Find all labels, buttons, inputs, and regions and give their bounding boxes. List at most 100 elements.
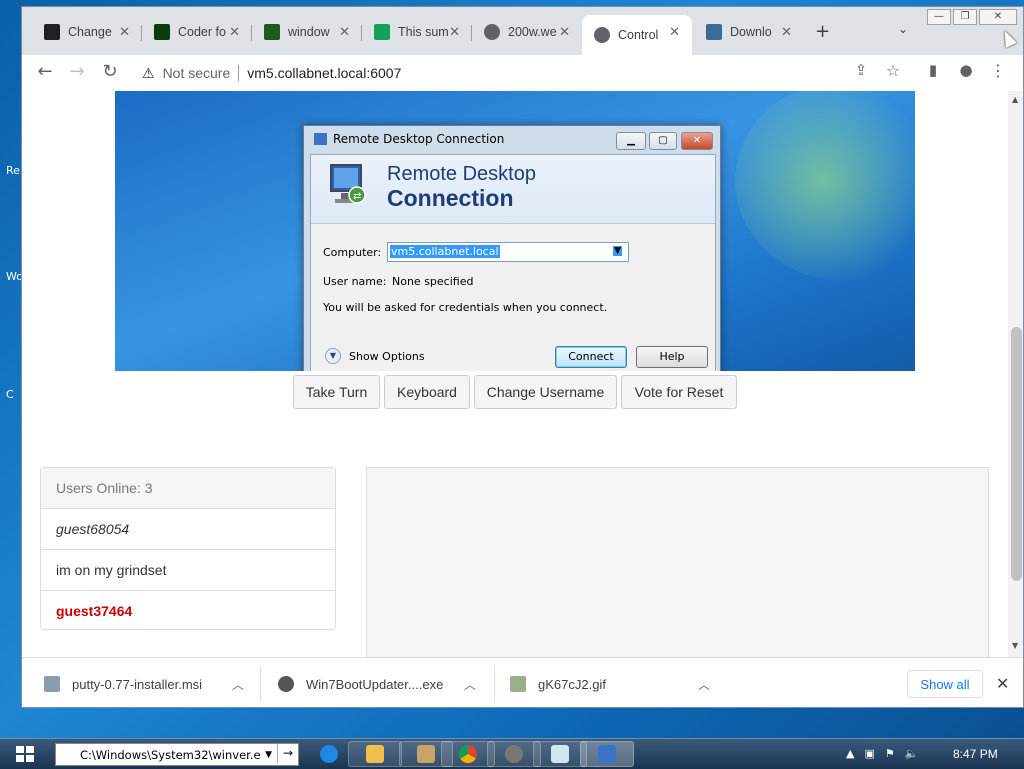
download-filename[interactable]: gK67cJ2.gif xyxy=(538,677,606,692)
chat-panel[interactable] xyxy=(366,467,989,657)
tab-close-icon[interactable]: ✕ xyxy=(669,24,680,40)
computer-label: Computer: xyxy=(323,246,382,259)
clock[interactable]: 8:47 PM xyxy=(953,747,998,761)
restore-button[interactable]: ❐ xyxy=(953,9,977,25)
tab-label: Coder fo xyxy=(178,25,226,39)
users-online-panel: Users Online: 3 guest68054 im on my grin… xyxy=(40,467,336,630)
back-arrow-icon[interactable]: ← xyxy=(32,61,58,82)
network-icon[interactable]: ▣ xyxy=(864,747,874,760)
volume-icon[interactable]: 🔈 xyxy=(905,747,919,760)
reload-icon[interactable]: ↻ xyxy=(97,61,123,82)
tab-label: 200w.we xyxy=(508,25,557,39)
profile-icon[interactable]: ● xyxy=(953,61,979,79)
scrollbar-thumb[interactable] xyxy=(1011,327,1022,581)
show-options-toggle[interactable]: ▼ Show Options xyxy=(325,348,425,364)
user-list-item: guest37464 xyxy=(56,603,133,619)
download-item[interactable]: putty-0.77-installer.msi ︿ xyxy=(44,658,254,707)
rdp-close-button[interactable]: ✕ xyxy=(681,132,713,150)
forward-arrow-icon[interactable]: → xyxy=(64,61,90,82)
connect-button[interactable]: Connect xyxy=(555,346,627,368)
taskbar-explorer[interactable] xyxy=(348,741,402,767)
scroll-up-arrow-icon[interactable]: ▲ xyxy=(1012,95,1018,104)
expand-chevron-icon[interactable]: ▼ xyxy=(325,348,341,364)
computer-value[interactable]: vm5.collabnet.local xyxy=(390,245,500,258)
address-bar[interactable]: ⚠ Not secure vm5.collabnet.local:6007 xyxy=(130,59,907,87)
close-window-button[interactable]: ✕ xyxy=(979,9,1017,25)
dropdown-arrow-icon[interactable]: ▼ xyxy=(265,750,272,760)
help-button[interactable]: Help xyxy=(636,346,708,368)
tab-change[interactable]: Change ✕ xyxy=(32,15,142,49)
menu-kebab-icon[interactable]: ⋮ xyxy=(985,61,1011,80)
combo-dropdown-icon[interactable]: ▼ xyxy=(613,246,622,256)
tab-close-icon[interactable]: ✕ xyxy=(339,24,350,40)
tab-label: Control xyxy=(618,28,659,42)
rdp-banner-line1: Remote Desktop xyxy=(387,163,536,185)
show-options-label[interactable]: Show Options xyxy=(349,350,425,363)
tab-close-icon[interactable]: ✕ xyxy=(229,24,240,40)
desktop-icon-label[interactable]: Re xyxy=(6,164,20,177)
tab-200w[interactable]: 200w.we ✕ xyxy=(472,15,582,49)
run-text[interactable]: C:\Windows\System32\winver.ex xyxy=(56,748,260,762)
take-turn-button[interactable]: Take Turn xyxy=(293,375,380,409)
tab-label: Change xyxy=(68,25,112,39)
tab-label: This sum xyxy=(398,25,449,39)
chevron-up-icon[interactable]: ︿ xyxy=(232,676,244,693)
tab-window[interactable]: window ✕ xyxy=(252,15,362,49)
tab-download[interactable]: Downlo ✕ xyxy=(694,15,804,49)
divider xyxy=(494,666,495,702)
tray-expand-icon[interactable]: ▲ xyxy=(846,747,854,760)
divider xyxy=(260,666,261,702)
tab-close-icon[interactable]: ✕ xyxy=(449,24,460,40)
windows-start-icon[interactable] xyxy=(16,746,34,762)
new-tab-button[interactable]: + xyxy=(815,21,830,42)
folder-icon xyxy=(366,745,384,763)
tab-coder[interactable]: Coder fo ✕ xyxy=(142,15,252,49)
rdp-body: ⇄ Remote Desktop Connection Computer: vm… xyxy=(310,154,716,371)
chevron-up-icon[interactable]: ︿ xyxy=(464,676,476,693)
minimize-button[interactable]: — xyxy=(927,9,951,25)
share-icon[interactable]: ⇪ xyxy=(848,61,874,79)
security-label[interactable]: Not secure xyxy=(163,65,231,81)
vm-screen[interactable]: Remote Desktop Connection ▁ ▢ ✕ ⇄ Remote… xyxy=(115,91,915,371)
warning-icon[interactable]: ⚠ xyxy=(142,65,155,82)
keyboard-button[interactable]: Keyboard xyxy=(384,375,470,409)
address-toolbar-input[interactable]: C:\Windows\System32\winver.ex ▼ → xyxy=(55,743,299,766)
vote-reset-button[interactable]: Vote for Reset xyxy=(621,375,737,409)
tab-close-icon[interactable]: ✕ xyxy=(559,24,570,40)
go-arrow-icon[interactable]: → xyxy=(277,744,298,763)
desktop-icon-label[interactable]: C xyxy=(6,388,14,401)
bookmark-star-icon[interactable]: ☆ xyxy=(880,61,906,80)
rdp-minimize-button[interactable]: ▁ xyxy=(616,132,646,150)
globe-icon xyxy=(484,24,500,40)
tab-this-sum[interactable]: This sum ✕ xyxy=(362,15,472,49)
download-item[interactable]: Win7BootUpdater....exe ︿ xyxy=(278,658,488,707)
tab-search-chevron-icon[interactable]: ⌄ xyxy=(898,22,908,36)
tab-control[interactable]: Control ✕ xyxy=(582,15,692,55)
tab-close-icon[interactable]: ✕ xyxy=(119,24,130,40)
tab-favicon-icon xyxy=(44,24,60,40)
show-all-button[interactable]: Show all xyxy=(907,670,983,698)
chrome-icon xyxy=(459,745,477,763)
page-scrollbar[interactable]: ▲ ▼ xyxy=(1008,91,1023,657)
close-shelf-icon[interactable]: ✕ xyxy=(996,674,1009,694)
taskbar-notepad[interactable] xyxy=(533,741,587,767)
taskbar-rdp[interactable] xyxy=(580,741,634,767)
tab-strip: Change ✕ Coder fo ✕ window ✕ This sum ✕ … xyxy=(22,7,1023,55)
action-center-flag-icon[interactable]: ⚑ xyxy=(885,747,895,760)
user-list-item: im on my grindset xyxy=(41,550,335,591)
change-username-button[interactable]: Change Username xyxy=(474,375,617,409)
rdp-app-icon xyxy=(314,133,327,145)
tab-close-icon[interactable]: ✕ xyxy=(781,24,792,40)
rdp-maximize-button[interactable]: ▢ xyxy=(649,132,677,150)
computer-combobox[interactable]: vm5.collabnet.local ▼ xyxy=(387,242,629,262)
side-panel-icon[interactable]: ▮ xyxy=(920,61,946,79)
download-filename[interactable]: Win7BootUpdater....exe xyxy=(306,677,443,692)
url-text[interactable]: vm5.collabnet.local:6007 xyxy=(247,65,401,81)
chevron-up-icon[interactable]: ︿ xyxy=(698,676,710,693)
rdp-banner-line2: Connection xyxy=(387,185,514,211)
download-item[interactable]: gK67cJ2.gif ︿ xyxy=(510,658,720,707)
tab-label: Downlo xyxy=(730,25,772,39)
paint-icon xyxy=(417,745,435,763)
download-filename[interactable]: putty-0.77-installer.msi xyxy=(72,677,202,692)
scroll-down-arrow-icon[interactable]: ▼ xyxy=(1012,641,1018,650)
